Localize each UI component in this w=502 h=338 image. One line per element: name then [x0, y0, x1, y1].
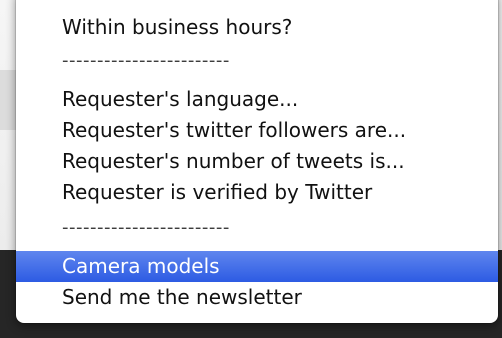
menu-item-requester-number-of-tweets[interactable]: Requester's number of tweets is...	[16, 146, 498, 177]
menu-item-camera-models[interactable]: Camera models	[16, 251, 498, 282]
dropdown-menu: Within business hours? -----------------…	[16, 0, 498, 323]
menu-item-within-business-hours[interactable]: Within business hours?	[16, 12, 498, 43]
menu-separator: ------------------------	[62, 50, 230, 71]
menu-item-requester-language[interactable]: Requester's language...	[16, 84, 498, 115]
menu-item-send-newsletter[interactable]: Send me the newsletter	[16, 282, 498, 313]
menu-separator: ------------------------	[62, 217, 230, 238]
menu-item-requester-verified-by-twitter[interactable]: Requester is verified by Twitter	[16, 177, 498, 208]
menu-item-requester-twitter-followers[interactable]: Requester's twitter followers are...	[16, 115, 498, 146]
